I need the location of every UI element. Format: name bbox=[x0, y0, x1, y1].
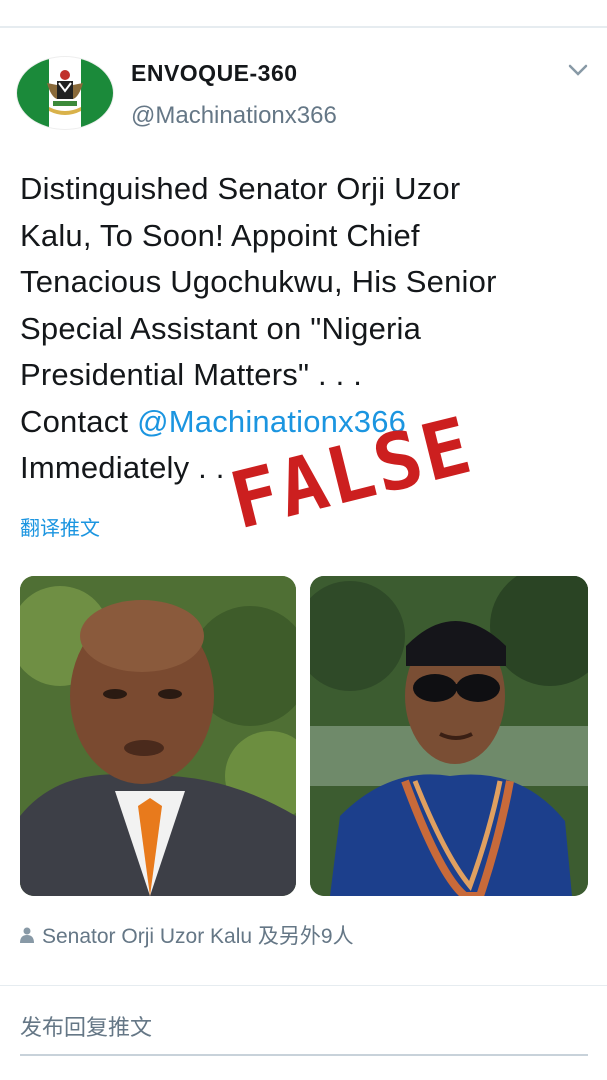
likes-summary[interactable]: Senator Orji Uzor Kalu 及另外9人 bbox=[20, 920, 354, 950]
tweet-line: Distinguished Senator Orji Uzor bbox=[20, 171, 461, 206]
appointee-photo-illustration bbox=[310, 576, 588, 896]
tweet-line: Presidential Matters" . . . bbox=[20, 357, 363, 392]
reply-bar: 发布回复推文 bbox=[0, 986, 607, 1080]
reply-input[interactable]: 发布回复推文 bbox=[20, 1010, 152, 1042]
person-icon bbox=[20, 927, 34, 943]
tweet-header: ENVOQUE-360 @Machinationx366 bbox=[0, 44, 607, 144]
account-name[interactable]: ENVOQUE-360 bbox=[131, 60, 298, 87]
avatar[interactable] bbox=[16, 56, 114, 130]
tweet-line: Special Assistant on "Nigeria bbox=[20, 310, 422, 346]
tweet-photo-appointee[interactable] bbox=[310, 576, 588, 896]
contact-prefix: Contact bbox=[20, 403, 138, 439]
reply-input-underline bbox=[20, 1054, 588, 1056]
tweet-line: Tenacious Ugochukwu, His Senior bbox=[20, 264, 497, 299]
senator-photo-illustration bbox=[20, 576, 296, 896]
tweet-photo-senator[interactable] bbox=[20, 576, 296, 896]
translate-tweet-link[interactable]: 翻译推文 bbox=[20, 512, 100, 541]
account-handle[interactable]: @Machinationx366 bbox=[131, 102, 337, 130]
tweet-line: Kalu, To Soon! Appoint Chief bbox=[20, 217, 420, 253]
top-divider bbox=[0, 26, 607, 28]
tweet-line-contact: Contact @Machinationx366 bbox=[20, 399, 590, 446]
chevron-down-icon[interactable] bbox=[567, 62, 589, 78]
likes-text: Senator Orji Uzor Kalu 及另外9人 bbox=[42, 925, 354, 948]
coat-of-arms-icon bbox=[47, 70, 83, 115]
